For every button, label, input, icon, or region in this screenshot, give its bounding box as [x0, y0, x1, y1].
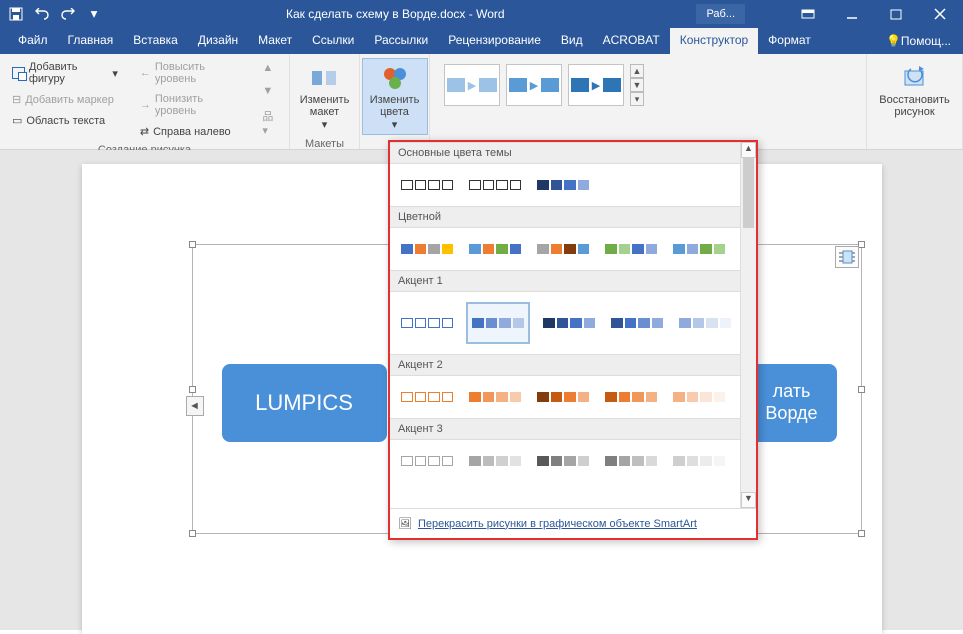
color-swatch[interactable]: [608, 312, 666, 334]
change-layout-button[interactable]: Изменить макет ▾: [292, 58, 358, 135]
color-swatch[interactable]: [540, 312, 598, 334]
demote-button[interactable]: → Понизить уровень: [136, 90, 245, 120]
undo-button[interactable]: [30, 3, 54, 25]
add-bullet-button[interactable]: ⊟ Добавить маркер: [8, 90, 122, 109]
smartart-style-gallery: ▶ ▶ ▶ ▲▼▾: [438, 58, 858, 112]
save-button[interactable]: [4, 3, 28, 25]
change-colors-button[interactable]: Изменить цвета ▾: [362, 58, 428, 135]
section-theme-colors: Основные цвета темы: [390, 142, 756, 164]
color-swatch[interactable]: [534, 238, 592, 260]
tab-smartart-format[interactable]: Формат: [758, 28, 821, 54]
section-accent2: Акцент 2: [390, 354, 756, 376]
color-swatch[interactable]: [670, 238, 728, 260]
layout-options-button[interactable]: [835, 246, 859, 268]
dropdown-scrollbar[interactable]: ▲▼: [740, 142, 756, 508]
style-thumb-2[interactable]: ▶: [506, 64, 562, 106]
ribbon: Добавить фигуру ▾ ⊟ Добавить маркер ▭ Об…: [0, 54, 963, 150]
color-swatch[interactable]: [670, 386, 728, 408]
tab-home[interactable]: Главная: [58, 28, 124, 54]
section-accent1: Акцент 1: [390, 270, 756, 292]
section-colorful: Цветной: [390, 206, 756, 228]
contextual-tab-label[interactable]: Раб...: [696, 4, 745, 24]
color-swatch[interactable]: [534, 174, 592, 196]
smartart-shape-2[interactable]: латьВорде: [747, 364, 837, 442]
redo-button[interactable]: [56, 3, 80, 25]
color-swatch[interactable]: [398, 238, 456, 260]
change-colors-dropdown: Основные цвета темы Цветной Акцент 1 Акц…: [388, 140, 758, 540]
minimize-button[interactable]: [831, 0, 873, 28]
color-swatch[interactable]: [534, 450, 592, 472]
tab-file[interactable]: Файл: [8, 28, 58, 54]
maximize-button[interactable]: [875, 0, 917, 28]
tell-me-label: Помощ...: [901, 34, 951, 48]
tab-references[interactable]: Ссылки: [302, 28, 364, 54]
quick-access-toolbar: ▾: [0, 3, 106, 25]
add-shape-icon: [12, 67, 25, 79]
tab-mailings[interactable]: Рассылки: [364, 28, 438, 54]
text-pane-toggle-left[interactable]: ◄: [186, 396, 204, 416]
window-title: Как сделать схему в Ворде.docx - Word: [286, 7, 505, 21]
smartart-shape-1[interactable]: LUMPICS: [222, 364, 387, 442]
add-shape-button[interactable]: Добавить фигуру ▾: [8, 58, 122, 88]
color-swatch[interactable]: [602, 386, 660, 408]
text-pane-button[interactable]: ▭ Область текста: [8, 111, 122, 130]
tell-me[interactable]: 💡 Помощ...: [874, 28, 963, 54]
reset-icon: [899, 62, 931, 94]
gallery-more[interactable]: ▲▼▾: [630, 64, 644, 106]
color-swatch[interactable]: [466, 238, 524, 260]
tab-view[interactable]: Вид: [551, 28, 593, 54]
move-down-button[interactable]: ▼: [258, 82, 281, 100]
color-swatch[interactable]: [670, 450, 728, 472]
layout-direction-button[interactable]: 品▾: [258, 105, 281, 140]
color-swatch[interactable]: [398, 450, 456, 472]
tab-insert[interactable]: Вставка: [123, 28, 188, 54]
recolor-link[interactable]: Перекрасить рисунки в графическом объект…: [418, 518, 697, 530]
promote-button[interactable]: ← Повысить уровень: [136, 58, 245, 88]
tab-design[interactable]: Дизайн: [188, 28, 248, 54]
color-swatch[interactable]: [534, 386, 592, 408]
ribbon-tabs: Файл Главная Вставка Дизайн Макет Ссылки…: [0, 28, 963, 54]
qat-more-button[interactable]: ▾: [82, 3, 106, 25]
recolor-icon: 🖼: [398, 517, 412, 530]
tab-layout[interactable]: Макет: [248, 28, 302, 54]
color-swatch[interactable]: [466, 174, 524, 196]
style-thumb-3[interactable]: ▶: [568, 64, 624, 106]
color-swatch[interactable]: [676, 312, 734, 334]
titlebar: ▾ Как сделать схему в Ворде.docx - Word …: [0, 0, 963, 28]
group-label-layouts: Макеты: [305, 135, 344, 150]
move-up-button[interactable]: ▲: [258, 59, 281, 77]
color-swatch[interactable]: [398, 312, 456, 334]
section-accent3: Акцент 3: [390, 418, 756, 440]
dropdown-footer[interactable]: 🖼 Перекрасить рисунки в графическом объе…: [390, 508, 756, 538]
color-swatch[interactable]: [466, 450, 524, 472]
tab-smartart-design[interactable]: Конструктор: [670, 28, 758, 54]
color-swatch[interactable]: [398, 386, 456, 408]
tab-review[interactable]: Рецензирование: [438, 28, 551, 54]
color-swatch[interactable]: [602, 238, 660, 260]
color-swatch-selected[interactable]: [466, 302, 530, 344]
reset-graphic-button[interactable]: Восстановить рисунок: [870, 58, 960, 122]
tab-acrobat[interactable]: ACROBAT: [593, 28, 670, 54]
color-swatch[interactable]: [398, 174, 456, 196]
close-button[interactable]: [919, 0, 961, 28]
rtl-button[interactable]: ⇄ Справа налево: [136, 122, 245, 141]
change-layout-icon: [309, 62, 341, 94]
change-colors-icon: [379, 62, 411, 94]
color-swatch[interactable]: [602, 450, 660, 472]
style-thumb-1[interactable]: ▶: [444, 64, 500, 106]
color-swatch[interactable]: [466, 386, 524, 408]
ribbon-options-button[interactable]: [787, 0, 829, 28]
